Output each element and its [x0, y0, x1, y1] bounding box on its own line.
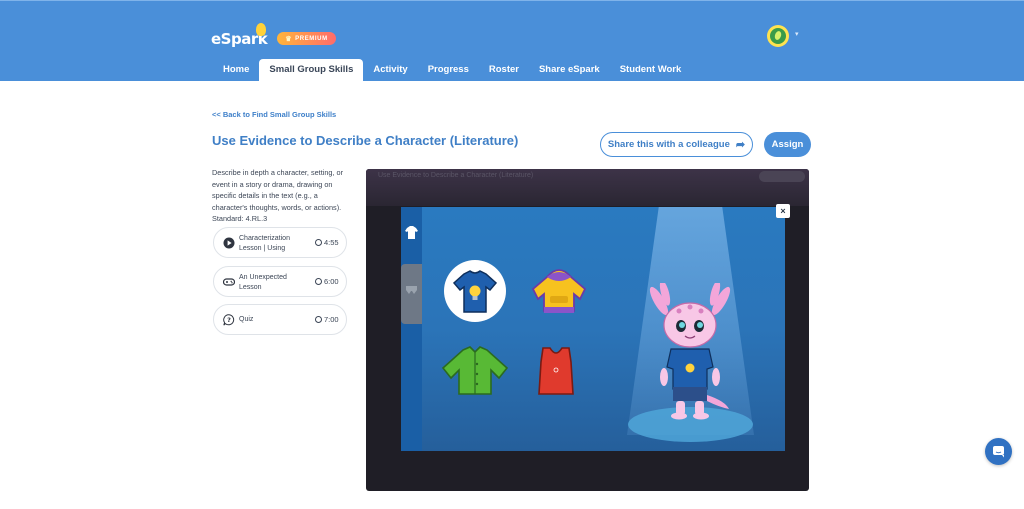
share-button-label: Share this with a colleague — [607, 139, 730, 150]
page-title: Use Evidence to Describe a Character (Li… — [212, 133, 519, 148]
lesson-duration: 6:00 — [315, 277, 339, 286]
share-arrow-icon: ➦ — [735, 139, 746, 151]
lightbulb-logo-icon — [256, 23, 266, 36]
main-nav: Home Small Group Skills Activity Progres… — [213, 59, 691, 81]
lesson-item[interactable]: ? Quiz 7:00 — [213, 304, 347, 335]
lesson-name: Quiz — [239, 316, 254, 323]
lesson-duration: 4:55 — [315, 238, 339, 247]
lesson-name: Characterization Lesson | Using — [239, 235, 290, 252]
avatar-image — [770, 28, 786, 44]
lesson-name: An Unexpected Lesson — [239, 274, 287, 291]
chat-icon — [993, 446, 1004, 458]
lesson-item[interactable]: Characterization Lesson | Using 4:55 — [213, 227, 347, 258]
lesson-duration: 7:00 — [315, 315, 339, 324]
green-button-shirt[interactable] — [437, 344, 513, 400]
nav-tab-small-group-skills[interactable]: Small Group Skills — [259, 59, 364, 81]
svg-text:?: ? — [227, 316, 231, 324]
player-title-dimmed: Use Evidence to Describe a Character (Li… — [378, 172, 534, 179]
game-controller-icon — [223, 278, 235, 286]
crown-icon: ♛ — [285, 35, 293, 43]
premium-badge: ♛ PREMIUM — [277, 32, 336, 45]
clock-icon — [315, 316, 322, 323]
share-with-colleague-button[interactable]: Share this with a colleague ➦ — [600, 132, 753, 157]
shirt-icon[interactable] — [401, 219, 422, 247]
clock-icon — [315, 278, 322, 285]
axolotl-character — [649, 283, 731, 420]
player-control-dimmed — [759, 171, 805, 182]
chevron-down-icon[interactable]: ▾ — [795, 30, 799, 38]
lesson-item[interactable]: An Unexpected Lesson 6:00 — [213, 266, 347, 297]
chat-support-button[interactable] — [985, 438, 1012, 465]
premium-badge-label: PREMIUM — [295, 35, 328, 42]
nav-tab-roster[interactable]: Roster — [479, 59, 529, 81]
nav-tab-home[interactable]: Home — [213, 59, 259, 81]
play-circle-icon — [223, 237, 235, 249]
player-background-scene: Use Evidence to Describe a Character (Li… — [366, 169, 809, 206]
yellow-purple-hoodie[interactable] — [525, 263, 593, 319]
assign-button[interactable]: Assign — [764, 132, 811, 157]
pants-category-tab[interactable] — [401, 264, 422, 324]
nav-tab-share-espark[interactable]: Share eSpark — [529, 59, 610, 81]
quiz-bubble-icon: ? — [223, 314, 235, 326]
user-avatar[interactable] — [767, 25, 789, 47]
blue-lightbulb-tshirt[interactable] — [449, 266, 501, 318]
pants-icon — [406, 286, 417, 294]
skill-description: Describe in depth a character, setting, … — [212, 168, 344, 223]
back-link[interactable]: << Back to Find Small Group Skills — [212, 110, 336, 119]
clock-icon — [315, 239, 322, 246]
nav-tab-student-work[interactable]: Student Work — [610, 59, 692, 81]
red-tank-top[interactable] — [533, 344, 579, 398]
nav-tab-activity[interactable]: Activity — [363, 59, 417, 81]
nav-tab-progress[interactable]: Progress — [418, 59, 479, 81]
close-modal-button[interactable]: × — [776, 204, 790, 218]
